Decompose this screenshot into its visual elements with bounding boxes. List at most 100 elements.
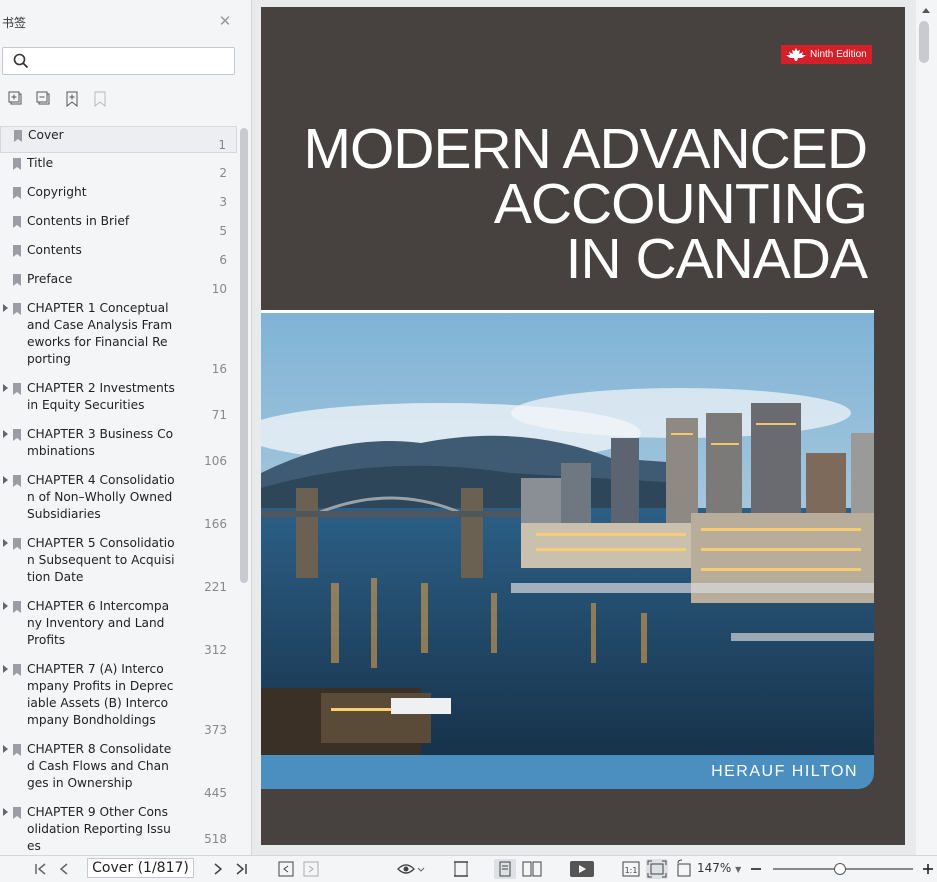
expand-arrow-icon[interactable] bbox=[3, 665, 8, 673]
svg-text:1:1: 1:1 bbox=[625, 866, 638, 875]
search-icon bbox=[13, 53, 29, 69]
bookmark-search-input[interactable] bbox=[2, 47, 235, 75]
remove-bookmark-icon[interactable] bbox=[92, 91, 108, 107]
bookmark-icon bbox=[13, 475, 21, 487]
expand-arrow-icon[interactable] bbox=[3, 539, 8, 547]
document-scrollbar[interactable] bbox=[916, 0, 937, 855]
bookmark-icon bbox=[13, 303, 21, 315]
chevron-down-icon: ▼ bbox=[735, 865, 742, 874]
bookmark-item[interactable]: CHAPTER 4 Consolidation of Non–Wholly Ow… bbox=[0, 472, 237, 533]
expand-arrow-icon[interactable] bbox=[3, 476, 8, 484]
bookmark-page-number: 3 bbox=[219, 195, 227, 209]
last-page-icon[interactable] bbox=[234, 859, 248, 879]
scroll-up-icon[interactable] bbox=[922, 8, 930, 13]
bookmark-icon bbox=[13, 664, 21, 676]
bookmark-icon bbox=[13, 187, 21, 199]
slideshow-icon[interactable] bbox=[569, 859, 595, 879]
collapse-all-icon[interactable] bbox=[36, 91, 52, 107]
maple-leaf-icon bbox=[786, 48, 806, 61]
bookmark-icon bbox=[13, 601, 21, 613]
next-page-icon[interactable] bbox=[212, 859, 224, 879]
bookmark-page-number: 2 bbox=[219, 166, 227, 180]
bookmark-icon bbox=[13, 216, 21, 228]
book-title: MODERN ADVANCED ACCOUNTING IN CANADA bbox=[303, 117, 868, 288]
bookmark-item[interactable]: Cover 1 bbox=[0, 126, 237, 153]
bookmark-item[interactable]: CHAPTER 2 Investments in Equity Securiti… bbox=[0, 380, 237, 424]
bookmark-label: CHAPTER 2 Investments in Equity Securiti… bbox=[27, 381, 175, 412]
zoom-out-icon[interactable] bbox=[750, 859, 762, 879]
sidebar-scrollbar[interactable] bbox=[240, 128, 248, 583]
bookmark-item[interactable]: Contents in Brief 5 bbox=[0, 213, 237, 240]
edition-badge: Ninth Edition bbox=[781, 45, 872, 64]
bookmark-item[interactable]: CHAPTER 6 Intercompany Inventory and Lan… bbox=[0, 598, 237, 659]
two-page-icon[interactable] bbox=[521, 859, 543, 879]
expand-arrow-icon[interactable] bbox=[3, 745, 8, 753]
bookmark-label: Cover bbox=[28, 128, 64, 142]
bookmark-label: Copyright bbox=[27, 185, 87, 199]
authors-band: HERAUF HILTON bbox=[261, 755, 874, 789]
expand-all-icon[interactable] bbox=[8, 91, 24, 107]
cover-photo bbox=[261, 310, 874, 758]
add-bookmark-icon[interactable] bbox=[64, 91, 80, 107]
page-number-input[interactable]: Cover (1/817) bbox=[87, 858, 194, 878]
bookmark-item[interactable]: CHAPTER 8 Consolidated Cash Flows and Ch… bbox=[0, 741, 237, 802]
bookmark-page-number: 221 bbox=[204, 580, 227, 594]
expand-arrow-icon[interactable] bbox=[3, 808, 8, 816]
prev-page-icon[interactable] bbox=[58, 859, 70, 879]
bookmark-label: Contents in Brief bbox=[27, 214, 130, 228]
bookmark-label: CHAPTER 1 Conceptual and Case Analysis F… bbox=[27, 301, 173, 366]
bookmark-item[interactable]: CHAPTER 5 Consolidation Subsequent to Ac… bbox=[0, 535, 237, 596]
bookmark-page-number: 1 bbox=[218, 138, 226, 152]
bookmark-item[interactable]: Contents 6 bbox=[0, 242, 237, 269]
city-skyline-image bbox=[261, 313, 874, 756]
expand-arrow-icon[interactable] bbox=[3, 304, 8, 312]
bookmark-label: Title bbox=[27, 156, 54, 170]
bookmarks-panel: 书签 ✕ Cover 1 Title 2 Copyright 3 Contents in B… bbox=[0, 0, 252, 855]
bookmark-page-number: 445 bbox=[204, 786, 227, 800]
first-page-icon[interactable] bbox=[34, 859, 48, 879]
bookmark-item[interactable]: Copyright 3 bbox=[0, 184, 237, 211]
bookmark-item[interactable]: Preface 10 bbox=[0, 271, 237, 298]
book-title-line: MODERN ADVANCED bbox=[303, 117, 868, 181]
bookmark-label: CHAPTER 5 Consolidation Subsequent to Ac… bbox=[27, 536, 175, 584]
bookmark-icon bbox=[14, 130, 22, 142]
bookmark-item[interactable]: CHAPTER 1 Conceptual and Case Analysis F… bbox=[0, 300, 237, 378]
bookmark-list: Cover 1 Title 2 Copyright 3 Contents in Brief 5… bbox=[0, 124, 237, 855]
book-title-line: ACCOUNTING bbox=[493, 172, 868, 236]
rotate-icon[interactable] bbox=[675, 859, 693, 879]
bookmark-page-number: 6 bbox=[219, 253, 227, 267]
zoom-in-icon[interactable] bbox=[922, 859, 934, 879]
bookmark-item[interactable]: CHAPTER 9 Other Consolidation Reporting … bbox=[0, 804, 237, 853]
bookmark-page-number: 373 bbox=[204, 723, 227, 737]
book-cover-page: Ninth Edition MODERN ADVANCED ACCOUNTING… bbox=[261, 7, 905, 845]
bookmark-item[interactable]: CHAPTER 7 (A) Intercompany Profits in De… bbox=[0, 661, 237, 739]
zoom-slider-handle[interactable] bbox=[834, 863, 846, 875]
expand-arrow-icon[interactable] bbox=[3, 602, 8, 610]
expand-arrow-icon[interactable] bbox=[3, 384, 8, 392]
bookmark-label: CHAPTER 4 Consolidation of Non–Wholly Ow… bbox=[27, 473, 175, 521]
fit-page-icon[interactable] bbox=[646, 859, 668, 879]
bookmark-page-number: 10 bbox=[211, 282, 227, 296]
read-mode-icon[interactable] bbox=[396, 859, 426, 879]
close-icon[interactable]: ✕ bbox=[217, 13, 233, 29]
previous-view-icon[interactable] bbox=[278, 859, 294, 879]
bookmark-item[interactable]: Title 2 bbox=[0, 155, 237, 182]
bookmark-item[interactable]: CHAPTER 3 Business Combinations 106 bbox=[0, 426, 237, 470]
bookmark-icon bbox=[13, 274, 21, 286]
bookmark-page-number: 71 bbox=[211, 408, 227, 422]
zoom-level-dropdown[interactable]: 147% ▼ bbox=[697, 861, 741, 875]
fit-width-icon[interactable] bbox=[451, 859, 471, 879]
actual-size-icon[interactable]: 1:1 bbox=[622, 859, 640, 879]
bookmark-icon bbox=[13, 383, 21, 395]
bookmark-icon bbox=[13, 245, 21, 257]
next-view-icon[interactable] bbox=[303, 859, 319, 879]
single-page-icon[interactable] bbox=[494, 859, 516, 879]
scroll-thumb[interactable] bbox=[919, 21, 929, 63]
zoom-slider[interactable] bbox=[773, 863, 913, 875]
bookmark-label: Preface bbox=[27, 272, 73, 286]
bookmark-label: CHAPTER 6 Intercompany Inventory and Lan… bbox=[27, 599, 170, 647]
edition-text: Ninth Edition bbox=[810, 49, 867, 60]
bookmark-label: CHAPTER 3 Business Combinations bbox=[27, 427, 174, 458]
expand-arrow-icon[interactable] bbox=[3, 430, 8, 438]
zoom-level: 147% bbox=[697, 861, 732, 875]
